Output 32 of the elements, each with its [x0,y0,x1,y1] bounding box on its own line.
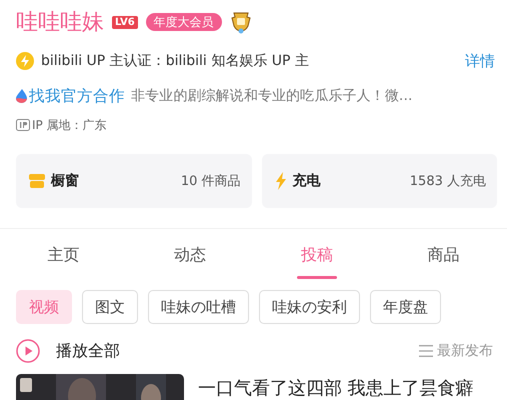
trophy-icon [230,10,252,34]
info-card[interactable]: 充电 1583 人充电 [262,154,497,208]
play-icon[interactable] [16,339,40,363]
filter-chip[interactable]: 哇妹の吐槽 [148,290,249,324]
video-title[interactable]: 一口气看了这四部 我患上了昙食癖 [198,378,474,400]
tab[interactable]: 主页 [0,229,127,281]
shop-icon [29,174,45,188]
filter-chip[interactable]: 图文 [82,290,138,324]
info-card[interactable]: 橱窗 10 件商品 [16,154,252,208]
cooperation-link[interactable]: 找我官方合作 [29,86,125,106]
lightning-icon [16,52,34,70]
filter-chip[interactable]: 哇妹の安利 [259,290,360,324]
drop-icon [16,89,27,103]
play-all-button[interactable]: 播放全部 [56,340,120,362]
user-name: 哇哇哇妹 [16,9,104,37]
ip-icon [16,119,30,131]
tab[interactable]: 动态 [126,229,254,281]
lightning-icon [274,172,286,190]
level-badge: LV6 [112,16,138,28]
bio-text: 非专业的剧综解说和专业的吃瓜乐子人！微... [131,87,413,105]
card-title: 充电 [292,172,320,190]
vip-badge: 年度大会员 [146,13,222,31]
filter-chip[interactable]: 年度盘 [370,290,441,324]
sort-label: 最新发布 [437,342,493,360]
list-icon [419,345,433,357]
certification-text: bilibili UP 主认证：bilibili 知名娱乐 UP 主 [41,52,309,70]
tab[interactable]: 商品 [380,229,507,281]
card-title: 橱窗 [51,172,79,190]
card-value: 1583 人充电 [410,173,486,190]
ip-location: IP 属地：广东 [32,116,107,134]
details-link[interactable]: 详情 [465,52,495,70]
card-value: 10 件商品 [180,173,240,190]
